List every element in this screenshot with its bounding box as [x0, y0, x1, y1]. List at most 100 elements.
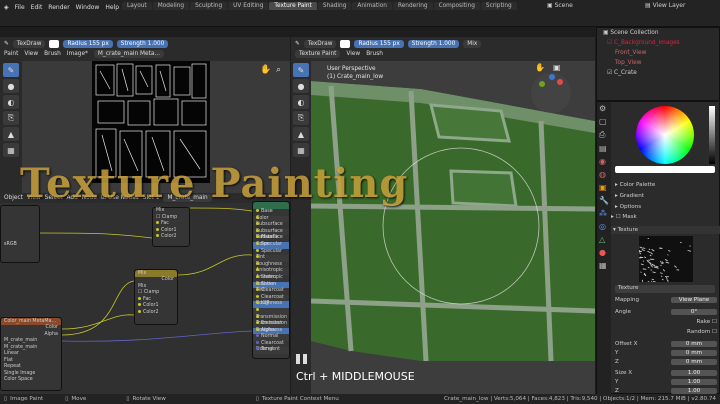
menu-help[interactable]: Help — [105, 4, 119, 11]
smear-tool-icon[interactable]: ◐ — [3, 95, 19, 109]
fill-tool-icon[interactable]: ▲ — [3, 127, 19, 141]
gizmo-y-icon[interactable] — [539, 81, 545, 87]
bsdf-input-row[interactable]: Sheen — [253, 274, 289, 282]
zoom-icon[interactable]: ⌕ — [276, 65, 281, 75]
value-slider[interactable] — [709, 106, 715, 164]
tab-scripting[interactable]: Scripting — [480, 2, 517, 10]
gradient-section[interactable]: ▸ Gradient — [615, 193, 644, 199]
offset-z-field[interactable]: 0 mm — [671, 358, 717, 365]
offset-y-field[interactable]: 0 mm — [671, 349, 717, 356]
srgb-field[interactable]: sRGB — [1, 242, 39, 249]
viewport-menu-view[interactable]: View — [346, 51, 360, 57]
gizmo-x-icon[interactable] — [557, 79, 563, 85]
outliner-item-top-view[interactable]: Top_View — [597, 58, 719, 68]
menu-edit[interactable]: Edit — [31, 4, 43, 11]
texture-section[interactable]: ▾ Texture — [611, 226, 720, 234]
viewport-soften-tool-icon[interactable]: ● — [293, 79, 309, 93]
bsdf-input-row[interactable]: Specular — [253, 241, 289, 249]
menu-file[interactable]: File — [15, 4, 25, 11]
menu-image[interactable]: Image* — [67, 51, 88, 57]
tab-compositing[interactable]: Compositing — [433, 2, 480, 10]
physics-tab-icon[interactable]: ◎ — [597, 220, 611, 233]
color-swatch[interactable] — [49, 40, 60, 48]
tab-animation[interactable]: Animation — [352, 2, 392, 10]
bsdf-input-row[interactable]: Tangent — [253, 347, 289, 355]
options-section[interactable]: ▸ Options — [615, 204, 641, 210]
viewport-draw-tool-icon[interactable]: ✎ — [293, 63, 309, 77]
size-y-field[interactable]: 1.00 — [671, 378, 717, 385]
mode-selector[interactable]: Paint — [4, 51, 18, 57]
scene-tab-icon[interactable]: ◉ — [597, 155, 611, 168]
viewport-color-swatch[interactable] — [340, 40, 351, 48]
viewport-mode-selector[interactable]: Texture Paint — [295, 50, 341, 58]
viewport-fill-tool-icon[interactable]: ▲ — [293, 127, 309, 141]
data-tab-icon[interactable]: △ — [597, 233, 611, 246]
mix-node[interactable]: Mix Color Mix ☐ Clamp Fac Color1 Color2 — [134, 269, 178, 325]
object-tab-icon[interactable]: ▣ — [597, 181, 611, 194]
random-checkbox[interactable]: ☐ — [712, 329, 717, 335]
soften-tool-icon[interactable]: ● — [3, 79, 19, 93]
draw-tool-icon[interactable]: ✎ — [3, 63, 19, 77]
render-tab-icon[interactable]: ▢ — [597, 115, 611, 128]
output-tab-icon[interactable]: ⎙ — [597, 128, 611, 142]
principled-bsdf-node[interactable]: Base ColorSubsurfaceSubsurface RadiusSub… — [252, 201, 290, 359]
viewport-mask-tool-icon[interactable]: ▦ — [293, 143, 309, 157]
brush-selector[interactable]: TexDraw — [12, 40, 46, 48]
bsdf-input-row[interactable]: Transmission — [253, 307, 289, 320]
image-texture-node[interactable]: Color_main MetaMa... Color Alpha M_crate… — [0, 317, 62, 391]
image-name-field[interactable]: M_crate_main Meta... — [93, 50, 164, 58]
rake-checkbox[interactable]: ☐ — [712, 319, 717, 325]
blender-logo-icon[interactable]: ◈ — [4, 4, 9, 11]
radius-field[interactable]: Radius 155 px — [63, 40, 113, 48]
gizmo-z-icon[interactable] — [549, 74, 555, 80]
menu-render[interactable]: Render — [48, 4, 69, 11]
bsdf-input-row[interactable]: Normal — [253, 334, 289, 341]
mix-node-top[interactable]: Mix ☐ Clamp Fac Color1 Color2 — [152, 207, 190, 247]
view-layer-selector[interactable]: ▤ View Layer — [645, 2, 685, 9]
viewport-radius-field[interactable]: Radius 155 px — [354, 40, 404, 48]
bsdf-input-row[interactable]: Subsurface — [253, 215, 289, 227]
viewport-hand-icon[interactable]: ✋ — [535, 63, 545, 72]
texture-tab-icon[interactable]: ▦ — [597, 259, 611, 272]
viewport-brush-icon[interactable]: ✎ — [295, 41, 300, 47]
particles-tab-icon[interactable]: ⁂ — [597, 207, 611, 220]
left-node-partial[interactable]: sRGB — [0, 205, 40, 263]
bsdf-input-row[interactable]: Base Color — [253, 209, 289, 221]
outliner-item-crate[interactable]: ☑ C_Crate — [597, 68, 719, 78]
bsdf-input-row[interactable]: Roughness — [253, 255, 289, 267]
angle-field[interactable]: 0° — [671, 308, 717, 315]
menu-window[interactable]: Window — [76, 4, 100, 11]
brush-icon[interactable]: ✎ — [4, 41, 9, 47]
viewport-brush-selector[interactable]: TexDraw — [303, 40, 337, 48]
color-wheel[interactable] — [636, 106, 694, 164]
tab-rendering[interactable]: Rendering — [392, 2, 433, 10]
viewport-camera-icon[interactable]: ▣ — [553, 63, 561, 72]
tab-texture-paint[interactable]: Texture Paint — [269, 2, 317, 10]
bsdf-input-row[interactable]: Clearcoat Roughness — [253, 294, 289, 306]
mask-section[interactable]: ▸ ☐ Mask — [611, 214, 637, 220]
blend-mode-selector[interactable]: Mix — [463, 40, 482, 48]
tab-sculpting[interactable]: Sculpting — [190, 2, 228, 10]
offset-x-field[interactable]: 0 mm — [671, 340, 717, 347]
scene-selector[interactable]: ▣ Scene — [547, 2, 573, 9]
viewport-smear-tool-icon[interactable]: ◐ — [293, 95, 309, 109]
menu-view[interactable]: View — [24, 51, 38, 57]
viewport-3d[interactable]: ✎ ● ◐ ⎘ ▲ ▦ User Perspective (1) Crate_m… — [291, 61, 595, 394]
mapping-dropdown[interactable]: View Plane — [671, 296, 717, 303]
strength-field[interactable]: Strength 1.000 — [116, 40, 169, 48]
menu-brush[interactable]: Brush — [44, 51, 61, 57]
texture-preview[interactable] — [639, 236, 693, 282]
outliner-item-bg-images[interactable]: ☑ C_Background_Images — [597, 38, 719, 48]
world-tab-icon[interactable]: ◍ — [597, 168, 611, 181]
hand-pan-icon[interactable]: ✋ — [260, 65, 271, 75]
bsdf-input-row[interactable]: Clearcoat — [253, 288, 289, 295]
bsdf-input-row[interactable]: Specular Tint — [253, 248, 289, 260]
view-layer-tab-icon[interactable]: ▤ — [597, 142, 611, 155]
mask-tool-icon[interactable]: ▦ — [3, 143, 19, 157]
node-editor[interactable]: Object View Select Add Node ☑ Use Nodes … — [0, 193, 290, 394]
image-node-colorspace[interactable]: Color Space — [1, 377, 61, 384]
texture-selector[interactable]: Texture — [615, 285, 715, 293]
tab-modeling[interactable]: Modeling — [152, 2, 190, 10]
tab-layout[interactable]: Layout — [122, 2, 152, 10]
clone-tool-icon[interactable]: ⎘ — [3, 111, 19, 125]
